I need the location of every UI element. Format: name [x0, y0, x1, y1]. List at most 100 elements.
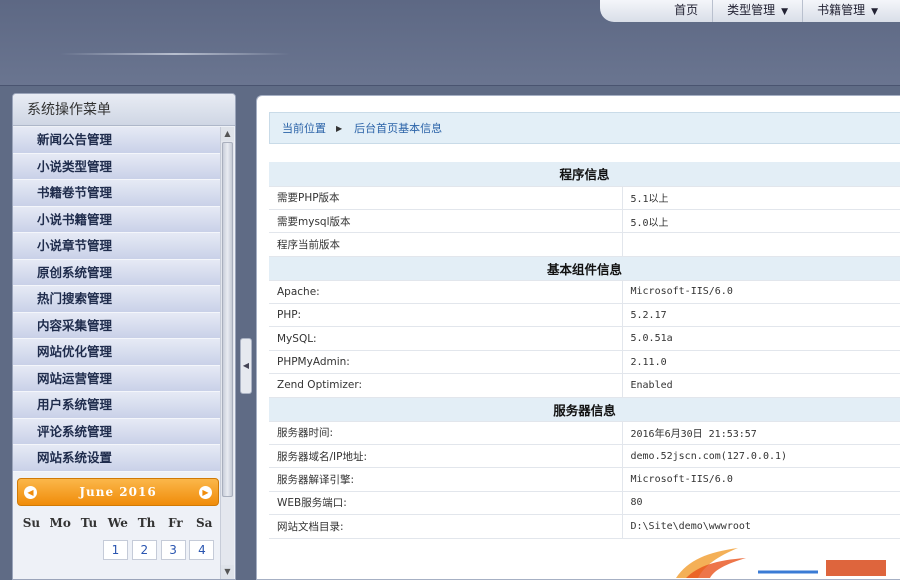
sidebar-item-comments[interactable]: 评论系统管理	[13, 418, 221, 445]
top-nav: 首页 类型管理 ▼ 书籍管理 ▼	[600, 0, 900, 22]
row-value: demo.52jscn.com(127.0.0.1)	[621, 444, 900, 469]
nav-book-manage-label: 书籍管理	[817, 3, 866, 17]
calendar-day[interactable]: 2	[131, 540, 157, 560]
triangle-right-icon: ▶	[336, 123, 343, 133]
sidebar-item-hot-search[interactable]: 热门搜索管理	[13, 286, 221, 313]
table-row: MySQL: 5.0.51a	[269, 326, 900, 351]
table-row: 网站文档目录: D:\Site\demo\wwwroot	[269, 514, 900, 539]
watermark-logo	[676, 548, 886, 578]
table-row: WEB服务端口: 80	[269, 491, 900, 516]
row-label: PHP:	[269, 303, 622, 328]
sidebar-title: 系统操作菜单	[13, 94, 235, 126]
breadcrumb: 当前位置 ▶ 后台首页基本信息	[269, 112, 900, 144]
sidebar-item-seo[interactable]: 网站优化管理	[13, 339, 221, 366]
weekday: Mo	[49, 516, 71, 530]
row-label: 需要PHP版本	[269, 186, 622, 210]
scrollbar-thumb[interactable]	[222, 142, 233, 497]
sidebar-item-news[interactable]: 新闻公告管理	[13, 127, 221, 154]
caret-down-icon: ▼	[781, 7, 789, 17]
info-table: 程序信息 需要PHP版本 5.1以上 需要mysql版本 5.0以上 程序当前版本 …	[269, 162, 900, 539]
row-label: Apache:	[269, 280, 622, 305]
weekday: Th	[137, 516, 156, 530]
table-row: 服务器时间: 2016年6月30日 21:53:57	[269, 421, 900, 446]
breadcrumb-location-label: 当前位置	[282, 122, 326, 135]
weekday: Sa	[195, 516, 213, 530]
sidebar-item-original[interactable]: 原创系统管理	[13, 259, 221, 286]
sidebar-item-settings[interactable]: 网站系统设置	[13, 445, 221, 472]
section-title: 服务器信息	[269, 397, 900, 422]
sidebar-collapse-toggle[interactable]: ◀	[240, 338, 252, 394]
row-value: D:\Site\demo\wwwroot	[621, 514, 900, 539]
section-header: 服务器信息	[269, 397, 900, 422]
row-label: Zend Optimizer:	[269, 373, 622, 398]
circle-arrow-right-icon[interactable]: ▶	[199, 485, 212, 499]
weekday: We	[107, 516, 128, 530]
row-value: 5.0以上	[621, 209, 900, 234]
calendar-header: ◀ June 2016 ▶	[17, 478, 219, 506]
row-value: 2016年6月30日 21:53:57	[621, 421, 900, 446]
section-title: 基本组件信息	[269, 256, 900, 281]
weekday: Fr	[168, 516, 183, 530]
row-value: 2.11.0	[621, 350, 900, 375]
nav-type-manage[interactable]: 类型管理 ▼	[712, 0, 802, 22]
calendar-month: June 2016	[79, 485, 157, 499]
calendar-day[interactable]: 3	[160, 540, 186, 560]
calendar-weekdays: Su Mo Tu We Th Fr Sa	[17, 516, 219, 530]
header-shine	[60, 53, 290, 55]
section-header: 基本组件信息	[269, 256, 900, 281]
weekday: Tu	[80, 516, 98, 530]
sidebar-item-volumes[interactable]: 书籍卷节管理	[13, 180, 221, 207]
scroll-up-icon[interactable]: ▲	[221, 127, 234, 141]
row-label: PHPMyAdmin:	[269, 350, 622, 375]
breadcrumb-current[interactable]: 后台首页基本信息	[354, 120, 442, 136]
sidebar-item-operations[interactable]: 网站运营管理	[13, 365, 221, 392]
section-header: 程序信息	[269, 162, 900, 187]
sidebar: 系统操作菜单 新闻公告管理 小说类型管理 书籍卷节管理 小说书籍管理 小说章节管…	[12, 93, 236, 580]
row-value: 80	[621, 491, 900, 516]
calendar-day[interactable]: 4	[189, 540, 215, 560]
row-label: 服务器解译引擎:	[269, 467, 622, 492]
row-label: WEB服务端口:	[269, 491, 622, 516]
row-label: 服务器时间:	[269, 421, 622, 446]
sidebar-scrollbar[interactable]: ▲ ▼	[220, 127, 234, 579]
calendar-days: 1 2 3 4	[17, 540, 219, 560]
table-row: Zend Optimizer: Enabled	[269, 373, 900, 398]
caret-down-icon: ▼	[871, 7, 878, 17]
nav-home[interactable]: 首页	[660, 0, 712, 22]
circle-arrow-left-icon[interactable]: ◀	[24, 485, 37, 499]
table-row: 需要PHP版本 5.1以上	[269, 186, 900, 210]
row-value	[621, 232, 900, 257]
weekday: Su	[22, 516, 41, 530]
sidebar-item-users[interactable]: 用户系统管理	[13, 392, 221, 419]
nav-book-manage[interactable]: 书籍管理 ▼	[802, 0, 892, 22]
row-label: 服务器域名/IP地址:	[269, 444, 622, 469]
table-row: PHPMyAdmin: 2.11.0	[269, 350, 900, 375]
sidebar-item-books[interactable]: 小说书籍管理	[13, 206, 221, 233]
row-value: 5.0.51a	[621, 326, 900, 351]
table-row: 程序当前版本	[269, 232, 900, 257]
calendar-day[interactable]: 1	[103, 540, 128, 560]
table-row: 服务器解译引擎: Microsoft-IIS/6.0	[269, 467, 900, 492]
sidebar-menu: 新闻公告管理 小说类型管理 书籍卷节管理 小说书籍管理 小说章节管理 原创系统管…	[13, 127, 221, 472]
nav-home-label: 首页	[674, 3, 699, 17]
nav-type-manage-label: 类型管理	[727, 3, 776, 17]
sidebar-item-novel-types[interactable]: 小说类型管理	[13, 153, 221, 180]
table-row: Apache: Microsoft-IIS/6.0	[269, 280, 900, 305]
sidebar-item-chapters[interactable]: 小说章节管理	[13, 233, 221, 260]
row-label: 需要mysql版本	[269, 209, 622, 234]
row-label: 程序当前版本	[269, 232, 622, 257]
row-value: Microsoft-IIS/6.0	[621, 467, 900, 492]
row-value: 5.2.17	[621, 303, 900, 328]
table-row: 需要mysql版本 5.0以上	[269, 209, 900, 234]
main-panel: 当前位置 ▶ 后台首页基本信息 程序信息 需要PHP版本 5.1以上 需要mysq…	[256, 95, 900, 580]
row-label: MySQL:	[269, 326, 622, 351]
row-value: Enabled	[621, 373, 900, 398]
scroll-down-icon[interactable]: ▼	[221, 565, 234, 579]
header-bar: 首页 类型管理 ▼ 书籍管理 ▼	[0, 0, 900, 86]
table-row: 服务器域名/IP地址: demo.52jscn.com(127.0.0.1)	[269, 444, 900, 469]
sidebar-item-collect[interactable]: 内容采集管理	[13, 312, 221, 339]
triangle-left-icon: ◀	[242, 361, 250, 370]
calendar: ◀ June 2016 ▶ Su Mo Tu We Th Fr Sa 1 2 3…	[17, 478, 219, 579]
row-label: 网站文档目录:	[269, 514, 622, 539]
section-title: 程序信息	[269, 162, 900, 187]
